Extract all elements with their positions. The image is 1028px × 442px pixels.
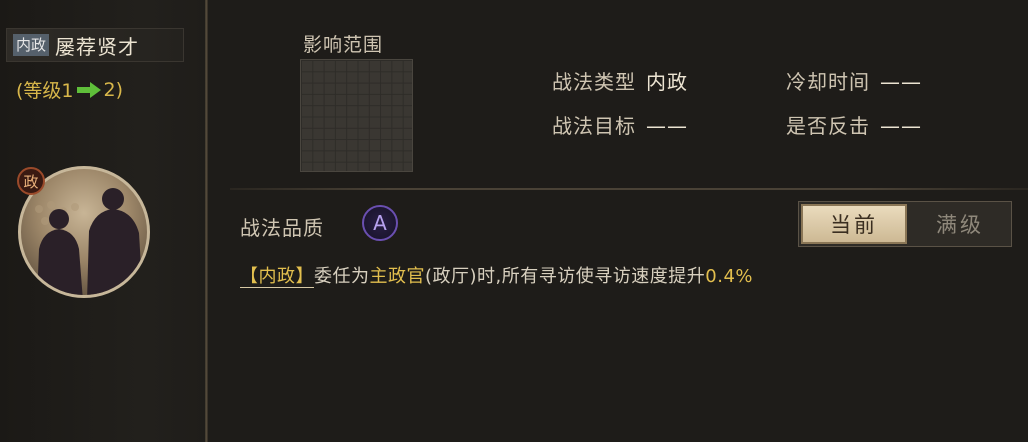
info-type: 战法类型 内政 xyxy=(552,66,688,95)
level-up-arrow-icon xyxy=(76,81,101,98)
level-toggle[interactable]: 当前 满级 xyxy=(798,201,1012,247)
info-target-value: —— xyxy=(646,114,688,138)
description-tag: 【内政】 xyxy=(240,266,314,288)
info-cooldown: 冷却时间 —— xyxy=(786,66,922,95)
skill-title-bar: 内政 屡荐贤才 xyxy=(6,28,184,62)
info-cooldown-label: 冷却时间 xyxy=(786,70,870,94)
quality-label: 战法品质 xyxy=(240,216,324,240)
description-value: 0.4% xyxy=(705,266,753,287)
range-label: 影响范围 xyxy=(303,34,384,56)
skill-name: 屡荐贤才 xyxy=(55,34,140,59)
info-counter-label: 是否反击 xyxy=(786,114,870,138)
vertical-divider xyxy=(205,0,208,442)
info-counter-value: —— xyxy=(880,114,922,138)
level-indicator: (等级1 2) xyxy=(16,76,123,103)
toggle-max-button[interactable]: 满级 xyxy=(909,202,1011,246)
level-from: (等级1 xyxy=(16,80,74,102)
skill-description: 【内政】委任为主政官(政厅)时,所有寻访使寻访速度提升0.4% xyxy=(240,262,753,288)
info-counter: 是否反击 —— xyxy=(786,110,922,139)
horizontal-divider xyxy=(230,188,1028,190)
description-highlight: 主政官 xyxy=(369,266,425,287)
description-part1: 委任为 xyxy=(314,266,370,287)
info-target: 战法目标 —— xyxy=(552,110,688,139)
info-type-value: 内政 xyxy=(646,70,688,94)
info-type-label: 战法类型 xyxy=(552,70,636,94)
description-part2: (政厅)时,所有寻访使寻访速度提升 xyxy=(425,266,706,287)
politics-badge-icon: 政 xyxy=(17,167,45,195)
toggle-current-button[interactable]: 当前 xyxy=(801,204,907,244)
level-to: 2) xyxy=(103,78,124,101)
info-cooldown-value: —— xyxy=(880,70,922,94)
range-grid xyxy=(300,59,413,172)
quality-grade-icon: A xyxy=(362,205,398,241)
info-target-label: 战法目标 xyxy=(552,114,636,138)
skill-portrait: 政 xyxy=(14,158,160,304)
skill-type-tag: 内政 xyxy=(13,34,50,56)
